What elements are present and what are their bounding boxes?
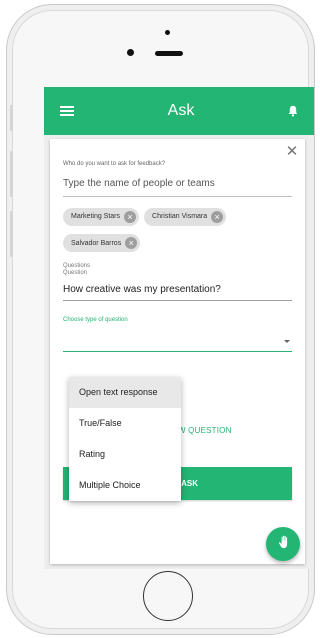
recipient-chip: Christian Vismara × bbox=[144, 207, 227, 226]
app-screen: Ask ✕ Who do you want to ask for feedbac… bbox=[44, 87, 314, 569]
who-label: Who do you want to ask for feedback? bbox=[63, 161, 166, 167]
dropdown-option[interactable]: True/False bbox=[69, 408, 181, 439]
hand-icon bbox=[276, 534, 290, 554]
question-type-select[interactable] bbox=[63, 332, 292, 352]
people-search-input[interactable]: Type the name of people or teams bbox=[63, 176, 292, 197]
volume-down-button bbox=[10, 211, 13, 257]
ask-form-card: ✕ Who do you want to ask for feedback? T… bbox=[50, 139, 305, 564]
recipient-chip: Marketing Stars × bbox=[63, 207, 140, 226]
home-button[interactable] bbox=[143, 571, 193, 621]
hamburger-menu-icon[interactable] bbox=[60, 106, 74, 116]
close-icon[interactable]: ✕ bbox=[285, 144, 299, 159]
proximity-sensor bbox=[165, 30, 170, 35]
page-title: Ask bbox=[167, 102, 195, 119]
questions-title: Questions bbox=[63, 263, 91, 269]
recipient-chips: Marketing Stars × Christian Vismara × Sa… bbox=[63, 205, 303, 258]
dropdown-option[interactable]: Rating bbox=[69, 439, 181, 470]
phone-frame: Ask ✕ Who do you want to ask for feedbac… bbox=[6, 4, 315, 635]
chip-label: Salvador Barros bbox=[71, 239, 122, 247]
question-input[interactable]: How creative was my presentation? bbox=[63, 282, 292, 301]
dropdown-option[interactable]: Open text response bbox=[69, 377, 181, 408]
front-camera bbox=[127, 49, 134, 56]
recipient-chip: Salvador Barros × bbox=[63, 234, 141, 252]
remove-chip-icon[interactable]: × bbox=[211, 210, 224, 223]
questions-heading: Questions Question bbox=[63, 263, 90, 277]
remove-chip-icon[interactable]: × bbox=[124, 210, 137, 223]
dropdown-option[interactable]: Multiple Choice bbox=[69, 470, 181, 501]
earpiece-speaker bbox=[155, 51, 183, 56]
volume-up-button bbox=[10, 151, 13, 197]
app-bar: Ask bbox=[44, 87, 314, 135]
chevron-down-icon bbox=[284, 340, 290, 343]
chip-label: Christian Vismara bbox=[152, 213, 208, 220]
question-type-dropdown: Open text response True/False Rating Mul… bbox=[69, 377, 181, 501]
mute-switch bbox=[10, 105, 13, 131]
chip-label: Marketing Stars bbox=[71, 213, 121, 220]
question-field-label: Question bbox=[63, 270, 88, 276]
remove-chip-icon[interactable]: × bbox=[125, 237, 138, 249]
question-type-label: Choose type of question bbox=[63, 317, 128, 323]
add-question-button[interactable]: W QUESTION bbox=[178, 426, 232, 435]
bell-icon[interactable] bbox=[288, 105, 298, 117]
floating-action-button[interactable] bbox=[266, 527, 300, 561]
